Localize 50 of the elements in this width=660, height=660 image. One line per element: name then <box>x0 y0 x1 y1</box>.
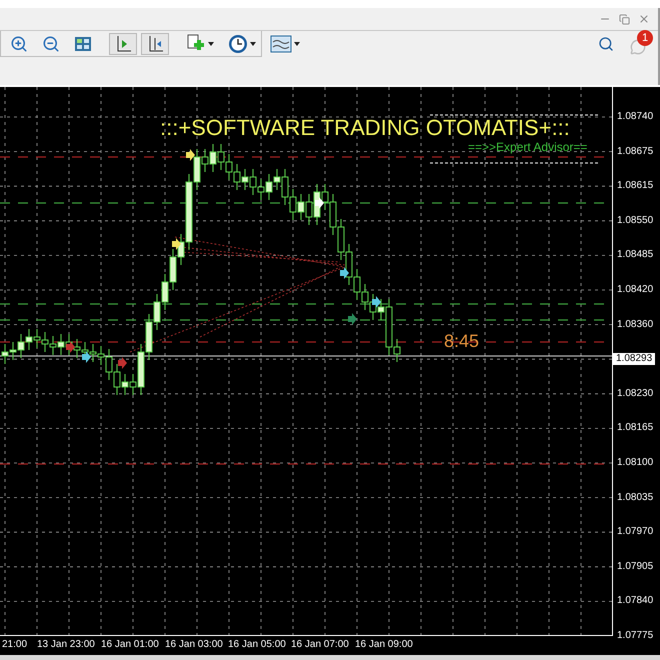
arrow-marker-icon <box>66 341 75 353</box>
price-label: 1.08675 <box>617 146 654 157</box>
time-label: 16 Jan 07:00 <box>291 640 349 650</box>
tile-windows-icon <box>74 36 92 52</box>
arrow-marker-icon <box>372 296 381 308</box>
chat-icon[interactable] <box>630 39 646 55</box>
restore-icon[interactable] <box>619 14 630 24</box>
close-icon[interactable] <box>638 13 650 25</box>
arrow-marker-icon <box>118 357 127 369</box>
price-label: 1.08230 <box>617 388 654 399</box>
arrow-marker-icon <box>340 267 349 279</box>
price-label: 1.08615 <box>617 181 654 192</box>
caret-icon <box>250 42 256 46</box>
price-label: 1.08420 <box>617 285 654 295</box>
zoom-out-icon <box>42 34 60 52</box>
caret-icon <box>294 42 300 46</box>
price-label: 1.07905 <box>617 562 654 572</box>
price-label: 1.08035 <box>617 492 654 503</box>
time-label: 16 Jan 03:00 <box>165 640 223 650</box>
arrow-marker-icon <box>82 351 91 363</box>
template-icon <box>270 34 292 52</box>
time-label: 16 Jan 01:00 <box>101 640 159 650</box>
notification-badge: 1 <box>637 30 653 46</box>
price-label: 1.07840 <box>617 596 654 606</box>
chart-subtitle: ==>>Expert Advisor== <box>468 141 588 153</box>
price-label: 1.08550 <box>617 216 654 226</box>
price-label: 1.08360 <box>617 320 654 330</box>
time-label: 16 Jan 05:00 <box>228 640 286 650</box>
toolbar-button[interactable] <box>109 32 137 54</box>
time-label: 16 Jan 09:00 <box>355 640 413 650</box>
price-label: 1.08485 <box>617 250 654 260</box>
chart-title: :::+SOFTWARE TRADING OTOMATIS+::: <box>160 117 570 139</box>
search-icon[interactable] <box>598 36 614 52</box>
arrow-marker-icon <box>172 238 181 250</box>
price-label: 1.08165 <box>617 423 654 434</box>
clock-icon <box>228 34 248 54</box>
countdown-timer: 8:45 <box>444 332 480 350</box>
price-label: 1.07970 <box>617 527 654 538</box>
current-price-label: 1.08293 <box>613 353 656 366</box>
price-label: 1.08740 <box>617 112 654 122</box>
arrow-marker-icon <box>348 313 357 325</box>
time-label: 21:00 <box>2 640 28 650</box>
toolbar-button[interactable] <box>141 32 169 54</box>
arrow-marker-icon <box>186 149 195 161</box>
zoom-in-icon <box>10 34 28 52</box>
arrow-marker-icon <box>315 197 324 209</box>
time-label: 13 Jan 23:00 <box>37 640 95 650</box>
price-label: 1.08100 <box>617 458 654 468</box>
caret-icon <box>208 42 214 46</box>
price-label: 1.07775 <box>617 631 654 641</box>
